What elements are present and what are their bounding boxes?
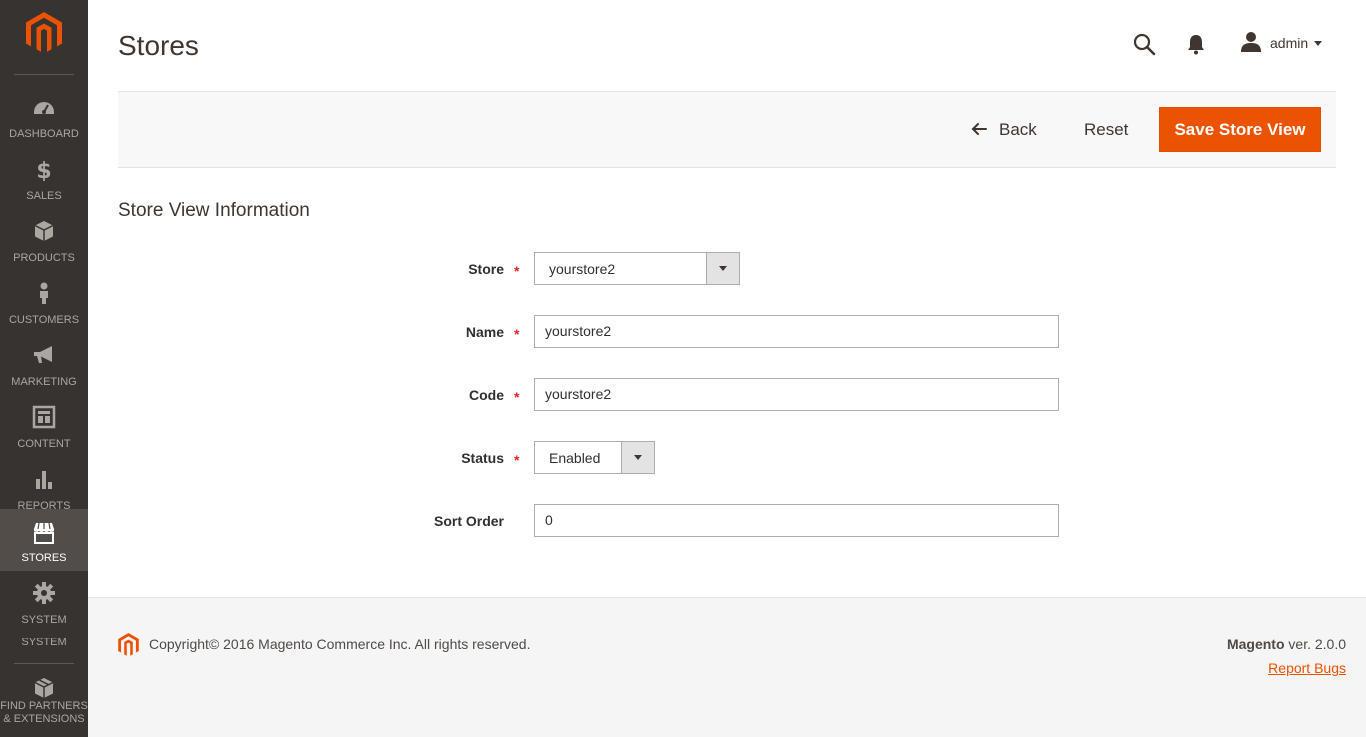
back-button-label: Back [999, 120, 1037, 139]
admin-sidebar: DASHBOARD $ SALES PRODUCTS CUSTOMERS MAR… [0, 0, 88, 737]
sidebar-item-label: CONTENT [17, 438, 71, 450]
status-select-value: Enabled [549, 450, 601, 466]
sidebar-item-label: PRODUCTS [13, 252, 75, 264]
user-icon [1240, 30, 1262, 59]
select-arrow-icon [621, 442, 654, 473]
version-number: ver. 2.0.0 [1284, 636, 1346, 652]
partners-line2: & EXTENSIONS [3, 713, 85, 725]
arrow-left-icon [970, 120, 988, 138]
sidebar-item-label: MARKETING [11, 376, 77, 388]
magento-logo-icon[interactable] [26, 12, 62, 54]
storefront-icon [32, 521, 56, 545]
select-arrow-icon [706, 253, 739, 284]
layout-icon [32, 405, 56, 429]
sidebar-item-system[interactable]: SYSTEM [0, 571, 88, 633]
sidebar-item-label: SALES [26, 190, 62, 202]
status-label: Status [461, 450, 504, 466]
required-marker: * [514, 326, 520, 342]
required-marker: * [514, 452, 520, 468]
page-footer: Copyright© 2016 Magento Commerce Inc. Al… [88, 597, 1366, 737]
bar-chart-icon [32, 467, 56, 491]
name-input[interactable]: yourstore2 [534, 315, 1059, 348]
code-label: Code [469, 387, 504, 403]
sidebar-item-stores[interactable]: STORES [0, 509, 88, 571]
sidebar-item-label: FIND PARTNERS & EXTENSIONS [0, 700, 88, 726]
svg-text:$: $ [36, 159, 51, 181]
sidebar-item-content[interactable]: CONTENT [0, 395, 88, 457]
status-select[interactable]: Enabled [534, 441, 655, 474]
store-select-value: yourstore2 [549, 261, 616, 277]
name-label: Name [465, 324, 504, 340]
store-select[interactable]: yourstore2 [534, 252, 740, 285]
save-store-view-button[interactable]: Save Store View [1159, 107, 1321, 152]
search-icon[interactable] [1132, 32, 1156, 61]
admin-username: admin [1270, 35, 1309, 51]
reset-button[interactable]: Reset [1084, 120, 1128, 140]
required-marker: * [514, 389, 520, 405]
bell-icon[interactable] [1186, 33, 1206, 60]
sidebar-item-dashboard[interactable]: DASHBOARD [0, 85, 88, 147]
person-icon [32, 281, 56, 305]
sidebar-item-customers[interactable]: CUSTOMERS [0, 271, 88, 333]
dashboard-icon [32, 95, 56, 119]
store-label: Store [468, 261, 504, 277]
box-icon [32, 219, 56, 243]
sort-order-label: Sort Order [433, 513, 504, 529]
code-input[interactable]: yourstore2 [534, 378, 1059, 411]
sidebar-item-label: DASHBOARD [9, 128, 79, 140]
sidebar-item-label: STORES [21, 552, 67, 564]
sidebar-item-products[interactable]: PRODUCTS [0, 209, 88, 271]
gear-icon [32, 581, 56, 605]
sidebar-item-label: SYSTEM [21, 614, 67, 626]
dollar-icon: $ [32, 157, 56, 184]
sidebar-item-label: CUSTOMERS [8, 314, 80, 326]
required-marker: * [514, 263, 520, 279]
megaphone-icon [32, 343, 56, 367]
copyright-text: Copyright© 2016 Magento Commerce Inc. Al… [149, 636, 531, 652]
partners-line1: FIND PARTNERS [0, 700, 88, 712]
section-title: Store View Information [118, 200, 310, 221]
report-bugs-link[interactable]: Report Bugs [1268, 660, 1346, 676]
sidebar-divider [14, 74, 74, 75]
sidebar-item-partners[interactable]: FIND PARTNERS & EXTENSIONS [0, 672, 88, 734]
page-title: Stores [118, 30, 199, 61]
brand-name: Magento [1226, 636, 1285, 652]
sort-order-input[interactable]: 0 [534, 504, 1059, 537]
partners-box-icon [32, 676, 56, 700]
version-text: Magento ver. 2.0.0 [1227, 636, 1346, 652]
magento-logo-icon [118, 633, 139, 657]
chevron-down-icon [1314, 41, 1322, 46]
sidebar-item-marketing[interactable]: MARKETING [0, 333, 88, 395]
sidebar-item-sales[interactable]: $ SALES [0, 147, 88, 209]
sidebar-divider [14, 663, 74, 664]
sidebar-item-cut-label: SYSTEM [0, 638, 88, 652]
sidebar-cut-text: SYSTEM [21, 638, 67, 648]
page-actions-bar: Back Reset Save Store View [118, 91, 1336, 168]
